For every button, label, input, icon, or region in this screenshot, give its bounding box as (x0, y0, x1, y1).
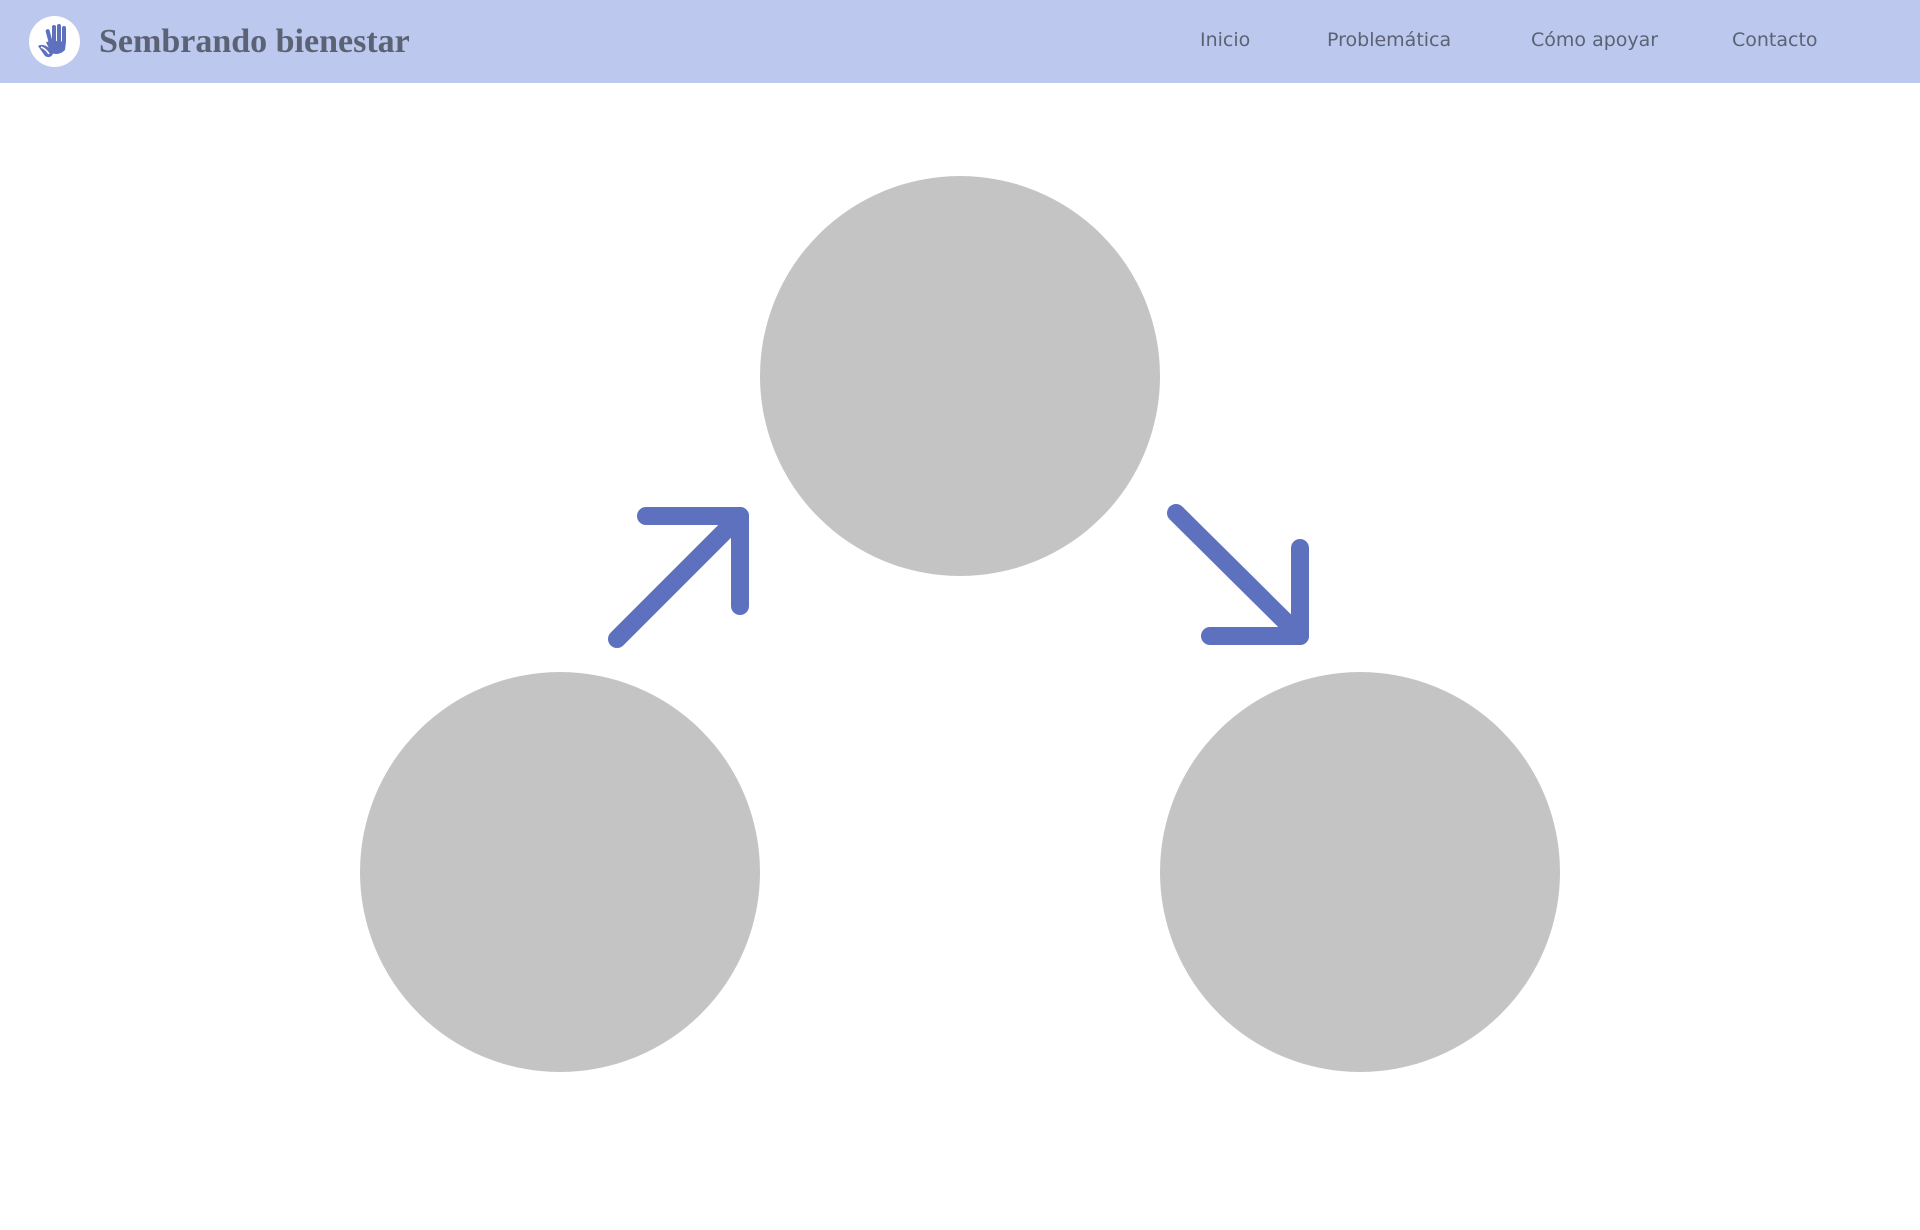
nav-item-contacto[interactable]: Contacto (1732, 26, 1818, 54)
circle-top (760, 176, 1160, 576)
page: Sembrando bienestar Inicio Problemática … (0, 0, 1920, 1230)
nav-item-inicio[interactable]: Inicio (1200, 26, 1250, 54)
nav-item-como-apoyar[interactable]: Cómo apoyar (1531, 26, 1658, 54)
arrow-up-right-icon (608, 507, 749, 648)
top-header: Sembrando bienestar Inicio Problemática … (0, 0, 1920, 83)
circle-bottom-left (360, 672, 760, 1072)
helping-hands-icon (29, 16, 80, 67)
brand-title[interactable]: Sembrando bienestar (99, 20, 410, 64)
arrow-down-right-icon (1167, 504, 1309, 645)
logo[interactable] (29, 16, 80, 67)
circle-bottom-right (1160, 672, 1560, 1072)
nav-item-problematica[interactable]: Problemática (1327, 26, 1451, 54)
